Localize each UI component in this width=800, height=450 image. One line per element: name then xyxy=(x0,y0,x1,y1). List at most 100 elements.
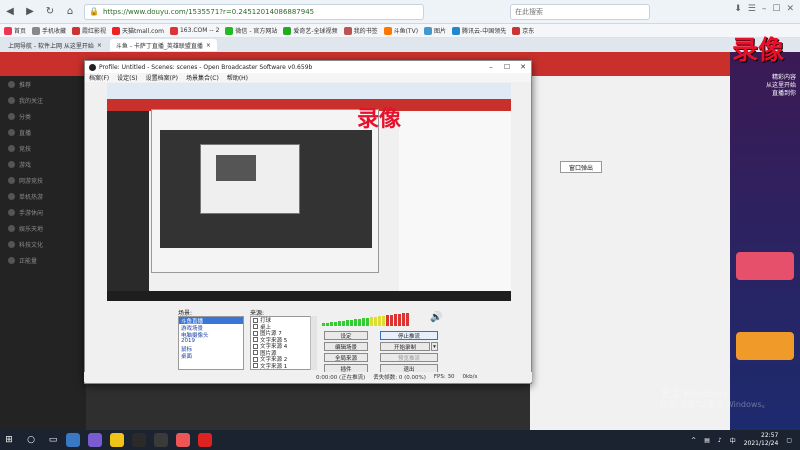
edit-scene-button[interactable]: 编辑场景 xyxy=(324,342,368,351)
volume-icon[interactable]: ♪ xyxy=(718,437,722,444)
sidebar-item[interactable]: 竞技 xyxy=(0,140,86,156)
ime-indicator[interactable]: 中 xyxy=(730,436,736,445)
close-tab-icon[interactable]: × xyxy=(206,42,211,49)
bookmark-item[interactable]: 爱奇艺-全球视频 xyxy=(283,26,338,35)
volume-bar-segment xyxy=(374,316,377,326)
obs-menu-item[interactable]: 设置档案(P) xyxy=(146,73,178,82)
browser-tab[interactable]: 斗鱼 - 卡萨丁直播_英雄联盟直播 × xyxy=(109,39,217,51)
refresh-icon[interactable]: ↻ xyxy=(40,0,60,24)
source-visibility-checkbox[interactable] xyxy=(253,317,258,323)
promo-badge[interactable] xyxy=(736,252,794,280)
stop-stream-button[interactable]: 停止推流 xyxy=(380,331,438,340)
popout-button[interactable]: 窗口弹出 xyxy=(560,161,602,173)
network-icon[interactable]: ▤ xyxy=(704,437,710,444)
bookmark-item[interactable]: 京东 xyxy=(512,26,534,35)
taskbar-app-icon[interactable] xyxy=(154,433,168,447)
sidebar-item[interactable]: 推荐 xyxy=(0,76,86,92)
sidebar-item[interactable]: 手游休闲 xyxy=(0,204,86,220)
sidebar-item-label: 单机热游 xyxy=(19,193,44,201)
settings-button[interactable]: 设定 xyxy=(324,331,368,340)
taskbar-app-icon[interactable] xyxy=(176,433,190,447)
scene-item[interactable]: 桌面 xyxy=(179,352,243,359)
extensions-icon[interactable]: ☰ xyxy=(748,4,756,14)
taskbar-app-icon[interactable] xyxy=(110,433,124,447)
source-visibility-checkbox[interactable] xyxy=(253,330,258,336)
source-item[interactable]: 文字来源 1 xyxy=(251,363,315,370)
obs-menu-item[interactable]: 场景集合(C) xyxy=(186,73,219,82)
minimize-icon[interactable]: – xyxy=(483,61,499,73)
home-icon[interactable]: ⌂ xyxy=(60,0,80,24)
promo-badge[interactable] xyxy=(736,332,794,360)
source-visibility-checkbox[interactable] xyxy=(253,350,258,356)
start-icon[interactable]: ⊞ xyxy=(0,432,18,448)
search-input[interactable]: 在此搜索 xyxy=(510,4,650,20)
bookmark-item[interactable]: 斗鱼(TV) xyxy=(383,26,418,35)
bookmark-item[interactable]: 微信 - 官方网站 xyxy=(225,26,277,35)
task-view-icon[interactable]: ▭ xyxy=(44,432,62,448)
clock[interactable]: 22:57 2021/12/24 xyxy=(744,432,779,448)
sidebar-item[interactable]: 直播 xyxy=(0,124,86,140)
source-visibility-checkbox[interactable] xyxy=(253,324,258,330)
bookmark-item[interactable]: 霞红影视 xyxy=(72,26,106,35)
volume-bars[interactable] xyxy=(322,312,412,326)
scrollbar[interactable] xyxy=(310,316,317,370)
scene-item[interactable]: 游戏场景 xyxy=(179,324,243,331)
bookmark-item[interactable]: 163.COM -- 2 xyxy=(169,26,219,35)
forward-icon[interactable]: ▶ xyxy=(20,0,40,24)
scenes-list[interactable]: 斗鱼直播 游戏场景 电脑摄像头 2019 鼠标 桌面 xyxy=(178,316,244,370)
global-sources-button[interactable]: 全局来源 xyxy=(324,353,368,362)
bookmark-item[interactable]: 我的书签 xyxy=(343,26,378,35)
close-icon[interactable]: ✕ xyxy=(786,4,794,14)
back-icon[interactable]: ◀ xyxy=(0,0,20,24)
download-icon[interactable]: ⬇ xyxy=(734,4,742,14)
start-record-button[interactable]: 开始录制 xyxy=(380,342,430,351)
source-visibility-checkbox[interactable] xyxy=(253,343,258,349)
minimize-icon[interactable]: – xyxy=(762,4,767,14)
sidebar-item[interactable]: 游戏 xyxy=(0,156,86,172)
preview-stream-button[interactable]: 预览推流 xyxy=(380,353,438,362)
maximize-icon[interactable]: ☐ xyxy=(772,4,780,14)
source-visibility-checkbox[interactable] xyxy=(253,356,258,362)
sidebar-item[interactable]: 分类 xyxy=(0,108,86,124)
taskbar-app-icon[interactable] xyxy=(198,433,212,447)
source-visibility-checkbox[interactable] xyxy=(253,337,258,343)
close-icon[interactable]: ✕ xyxy=(515,61,531,73)
close-tab-icon[interactable]: × xyxy=(97,42,102,49)
sidebar-item[interactable]: 娱乐天地 xyxy=(0,220,86,236)
sidebar-item[interactable]: 单机热游 xyxy=(0,188,86,204)
obs-menu-item[interactable]: 帮助(H) xyxy=(227,73,248,82)
bookmark-item[interactable]: 图片 xyxy=(424,26,446,35)
scene-item[interactable]: 电脑摄像头 xyxy=(179,331,243,338)
taskbar-app-icon[interactable] xyxy=(132,433,146,447)
sidebar-item[interactable]: 我的关注 xyxy=(0,92,86,108)
taskbar-app-icon[interactable] xyxy=(66,433,80,447)
record-dropdown-icon[interactable]: ▾ xyxy=(431,342,438,351)
url-input[interactable]: 🔒 https://www.douyu.com/1535571?r=0.2451… xyxy=(84,3,424,20)
sources-list[interactable]: 打球 桌上 图片源 7 文字来源 5 文字来源 4 图片源 文字来源 2 文字来源 1 xyxy=(250,316,316,370)
bookmark-item[interactable]: 腾讯云-中国领先 xyxy=(452,26,506,35)
volume-bar-segment xyxy=(346,320,349,326)
scene-item[interactable]: 2019 xyxy=(179,338,243,345)
taskbar-app-icon[interactable] xyxy=(88,433,102,447)
obs-menu-item[interactable]: 档案(F) xyxy=(89,73,109,82)
browser-tab[interactable]: 上网导航 - 软件上网 从这里开始 × xyxy=(2,39,108,51)
sidebar-item[interactable]: 科技文化 xyxy=(0,236,86,252)
bookmark-item[interactable]: 首页 xyxy=(4,26,26,35)
chevron-up-icon[interactable]: ^ xyxy=(691,437,696,444)
bookmark-item[interactable]: 手机收藏 xyxy=(32,26,66,35)
bookmark-label: 天猫tmall.com xyxy=(122,28,164,35)
speaker-icon[interactable]: 🔊 xyxy=(430,312,442,323)
category-icon xyxy=(8,176,15,184)
sidebar-item[interactable]: 正能量 xyxy=(0,252,86,268)
notification-icon[interactable]: ▢ xyxy=(786,437,792,444)
obs-menu-item[interactable]: 设定(S) xyxy=(117,73,138,82)
search-icon[interactable]: ○ xyxy=(22,432,40,448)
sidebar-item[interactable]: 网游竞技 xyxy=(0,172,86,188)
bookmark-item[interactable]: 天猫tmall.com xyxy=(112,26,164,35)
scene-item[interactable]: 斗鱼直播 xyxy=(179,317,243,324)
maximize-icon[interactable]: ☐ xyxy=(499,61,515,73)
category-icon xyxy=(8,192,15,200)
sidebar-item-label: 网游竞技 xyxy=(19,177,44,185)
scene-item[interactable]: 鼠标 xyxy=(179,345,243,352)
source-visibility-checkbox[interactable] xyxy=(253,363,258,369)
